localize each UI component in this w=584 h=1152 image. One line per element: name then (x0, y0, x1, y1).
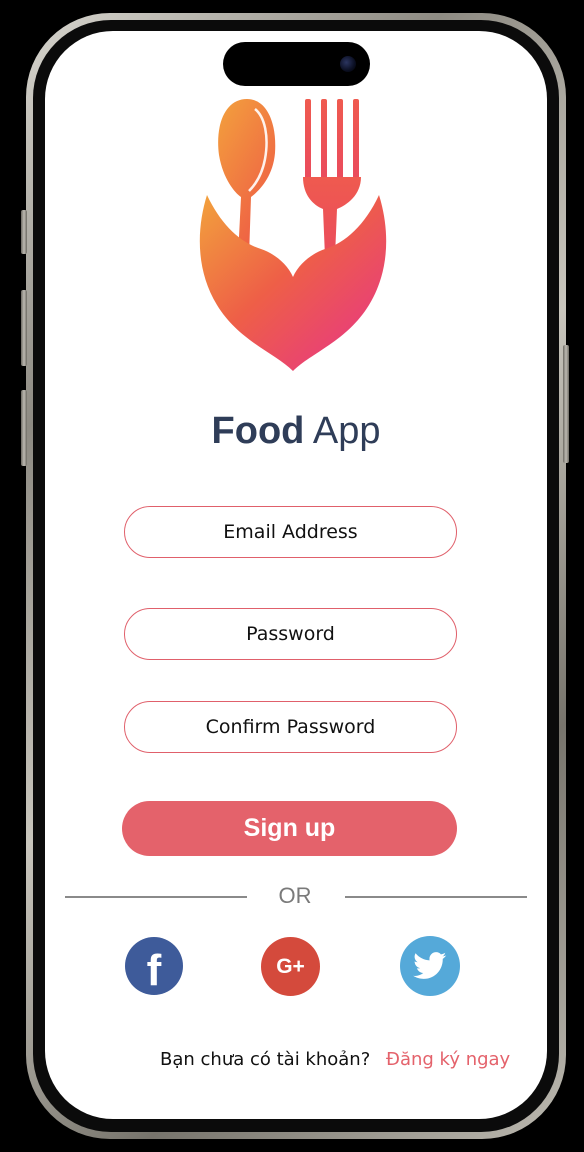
or-label: OR (278, 883, 312, 908)
password-field[interactable] (125, 608, 456, 660)
google-plus-icon: G+ (276, 954, 305, 978)
volume-up-button (21, 290, 27, 366)
app-title: Food App (45, 407, 547, 455)
app-screen: Food App Sign up OR f G+ Bạn chưa có tài… (45, 31, 547, 1119)
divider-right (345, 896, 527, 898)
email-field-wrapper (124, 506, 457, 558)
front-camera (340, 56, 356, 72)
register-now-link[interactable]: Đăng ký ngay (386, 1049, 510, 1070)
email-field[interactable] (125, 506, 456, 558)
no-account-text: Bạn chưa có tài khoản? (160, 1049, 371, 1070)
dynamic-island (223, 42, 370, 86)
app-title-bold: Food (211, 410, 305, 452)
app-title-regular: App (304, 410, 381, 452)
leaf-hands-shape (199, 195, 387, 371)
facebook-icon: f (146, 946, 162, 995)
food-app-logo-icon (199, 99, 387, 371)
volume-down-button (21, 390, 27, 466)
google-plus-login-button[interactable]: G+ (261, 937, 320, 996)
footer-row: Bạn chưa có tài khoản? Đăng ký ngay (45, 1049, 547, 1075)
divider-left (65, 896, 247, 898)
confirm-password-field-wrapper (124, 701, 457, 753)
power-button (563, 345, 569, 463)
twitter-login-button[interactable] (400, 936, 460, 996)
signup-button[interactable]: Sign up (122, 801, 457, 856)
facebook-login-button[interactable]: f (125, 937, 183, 995)
confirm-password-field[interactable] (125, 701, 456, 753)
password-field-wrapper (124, 608, 457, 660)
mute-switch (21, 210, 27, 254)
twitter-bird-icon (413, 952, 447, 979)
